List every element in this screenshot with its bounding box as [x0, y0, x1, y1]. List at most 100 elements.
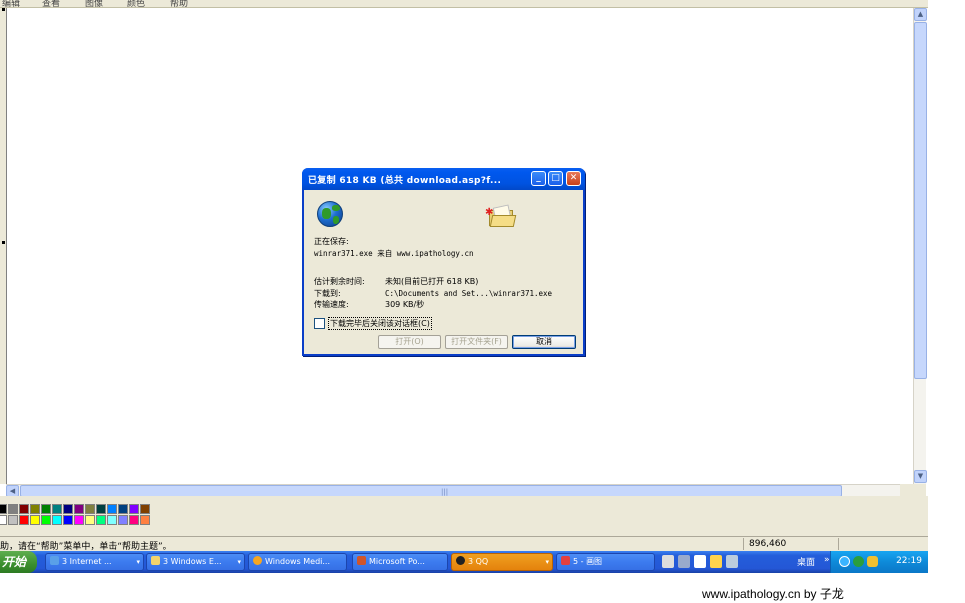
status-bar: 助，请在“帮助”菜单中，单击“帮助主题”。 896,460 [0, 536, 928, 552]
palette-color-swatch[interactable] [19, 504, 29, 514]
palette-color-swatch[interactable] [8, 504, 18, 514]
palette-color-swatch[interactable] [107, 504, 117, 514]
palette-color-swatch[interactable] [140, 504, 150, 514]
folder-icon: ✱ [485, 204, 517, 228]
open-button[interactable]: 打开(O) [378, 335, 441, 349]
palette-color-swatch[interactable] [19, 515, 29, 525]
palette-color-swatch[interactable] [52, 504, 62, 514]
saving-file-source: winrar371.exe 来自 www.ipathology.cn [314, 249, 474, 258]
dialog-title-bar[interactable]: 已复制 618 KB (总共 download.asp?f... _ □ ✕ [302, 168, 585, 190]
taskbar-button-media-player[interactable]: Windows Medi... [248, 553, 347, 571]
task-label: 5 - 画图 [573, 557, 603, 566]
taskbar-button-powerpoint[interactable]: Microsoft Po... [352, 553, 448, 571]
help-icon[interactable] [710, 555, 722, 568]
close-button[interactable]: ✕ [566, 171, 581, 186]
palette-color-swatch[interactable] [85, 504, 95, 514]
taskbar-button-explorer[interactable]: 3 Windows E... ▾ [146, 553, 245, 571]
palette-color-swatch[interactable] [107, 515, 117, 525]
keyboard-icon[interactable] [662, 555, 674, 568]
palette-color-swatch[interactable] [63, 504, 73, 514]
network-icon[interactable] [839, 556, 850, 567]
cancel-button[interactable]: 取消 [512, 335, 576, 349]
palette-color-swatch[interactable] [52, 515, 62, 525]
palette-color-swatch[interactable] [118, 515, 128, 525]
task-label: Windows Medi... [265, 557, 331, 566]
transfer-rate-label: 传输速度: [314, 300, 349, 309]
time-remaining-value: 未知(目前已打开 618 KB) [385, 277, 479, 286]
palette-color-swatch[interactable] [0, 504, 7, 514]
menu-item-image[interactable]: 图像 [85, 0, 103, 7]
palette-color-swatch[interactable] [118, 504, 128, 514]
folder-icon [151, 556, 160, 565]
paint-icon [561, 556, 570, 565]
close-on-complete-checkbox[interactable] [314, 318, 325, 329]
scroll-corner [900, 484, 926, 496]
menu-bar: 编辑 查看 图像 颜色 帮助 [0, 0, 928, 8]
download-to-value: C:\Documents and Set...\winrar371.exe [385, 289, 553, 298]
start-label: 开始 [2, 555, 27, 569]
ime-icon[interactable] [694, 555, 706, 568]
taskbar-button-paint[interactable]: 5 - 画图 [556, 553, 655, 571]
palette-color-swatch[interactable] [63, 515, 73, 525]
menu-icon[interactable] [726, 555, 738, 568]
task-label: 3 Internet ... [62, 557, 112, 566]
open-folder-button[interactable]: 打开文件夹(F) [445, 335, 508, 349]
transfer-rate-value: 309 KB/秒 [385, 300, 425, 309]
chevron-down-icon: ▾ [545, 558, 549, 566]
security-shield-icon[interactable] [867, 556, 878, 567]
horizontal-scrollbar[interactable]: ◀ ||| ▶ [6, 484, 914, 497]
scroll-grip-icon: ||| [441, 488, 449, 496]
minimize-button[interactable]: _ [531, 171, 546, 186]
palette-color-swatch[interactable] [0, 515, 7, 525]
status-separator [838, 538, 839, 550]
menu-item-colors[interactable]: 颜色 [127, 0, 145, 7]
media-player-icon [253, 556, 262, 565]
desktop-toolbar-label[interactable]: 桌面 [797, 555, 815, 568]
taskbar-button-internet[interactable]: 3 Internet ... ▾ [45, 553, 144, 571]
scroll-down-button[interactable]: ▼ [914, 470, 927, 483]
palette-color-swatch[interactable] [30, 515, 40, 525]
task-label: 3 QQ [468, 557, 489, 566]
palette-color-swatch[interactable] [8, 515, 18, 525]
palette-color-swatch[interactable] [96, 515, 106, 525]
watermark: www.ipathology.cn by 子龙 [702, 587, 844, 601]
chevron-down-icon: ▾ [237, 558, 241, 566]
globe-icon [317, 201, 343, 227]
menu-item-edit[interactable]: 编辑 [2, 0, 20, 7]
clock[interactable]: 22:19 [896, 556, 922, 566]
close-on-complete-label[interactable]: 下载完毕后关闭该对话框(C) [328, 317, 432, 330]
palette-color-swatch[interactable] [74, 515, 84, 525]
antivirus-icon[interactable] [853, 556, 864, 567]
scroll-up-button[interactable]: ▲ [914, 8, 927, 21]
palette-color-swatch[interactable] [85, 515, 95, 525]
pen-icon[interactable] [678, 555, 690, 568]
saving-label: 正在保存: [314, 237, 349, 246]
menu-item-help[interactable]: 帮助 [170, 0, 188, 7]
ie-icon [50, 556, 59, 565]
chevron-down-icon: ▾ [136, 558, 140, 566]
palette-color-swatch[interactable] [96, 504, 106, 514]
maximize-button[interactable]: □ [548, 171, 563, 186]
taskbar-button-qq[interactable]: 3 QQ ▾ [451, 553, 553, 571]
task-label: Microsoft Po... [369, 557, 425, 566]
palette-color-swatch[interactable] [30, 504, 40, 514]
menu-item-view[interactable]: 查看 [42, 0, 60, 7]
palette-color-swatch[interactable] [140, 515, 150, 525]
system-tray: 22:19 [830, 551, 928, 573]
palette-color-swatch[interactable] [129, 504, 139, 514]
canvas-resize-handle[interactable] [2, 8, 5, 11]
dialog-title: 已复制 618 KB (总共 download.asp?f... [308, 176, 502, 186]
canvas-resize-handle[interactable] [2, 241, 5, 244]
palette-color-swatch[interactable] [41, 515, 51, 525]
start-button[interactable]: 开始 [0, 551, 37, 573]
palette-color-swatch[interactable] [74, 504, 84, 514]
palette-color-swatch[interactable] [41, 504, 51, 514]
download-to-label: 下载到: [314, 289, 341, 298]
status-separator [743, 538, 744, 550]
canvas-edge [0, 8, 7, 484]
vertical-scrollbar[interactable]: ▲ ▼ [913, 8, 927, 484]
vertical-scroll-thumb[interactable] [914, 22, 927, 379]
toolbar-chevron-icon[interactable]: » [824, 555, 830, 565]
time-remaining-label: 估计剩余时间: [314, 277, 365, 286]
palette-color-swatch[interactable] [129, 515, 139, 525]
